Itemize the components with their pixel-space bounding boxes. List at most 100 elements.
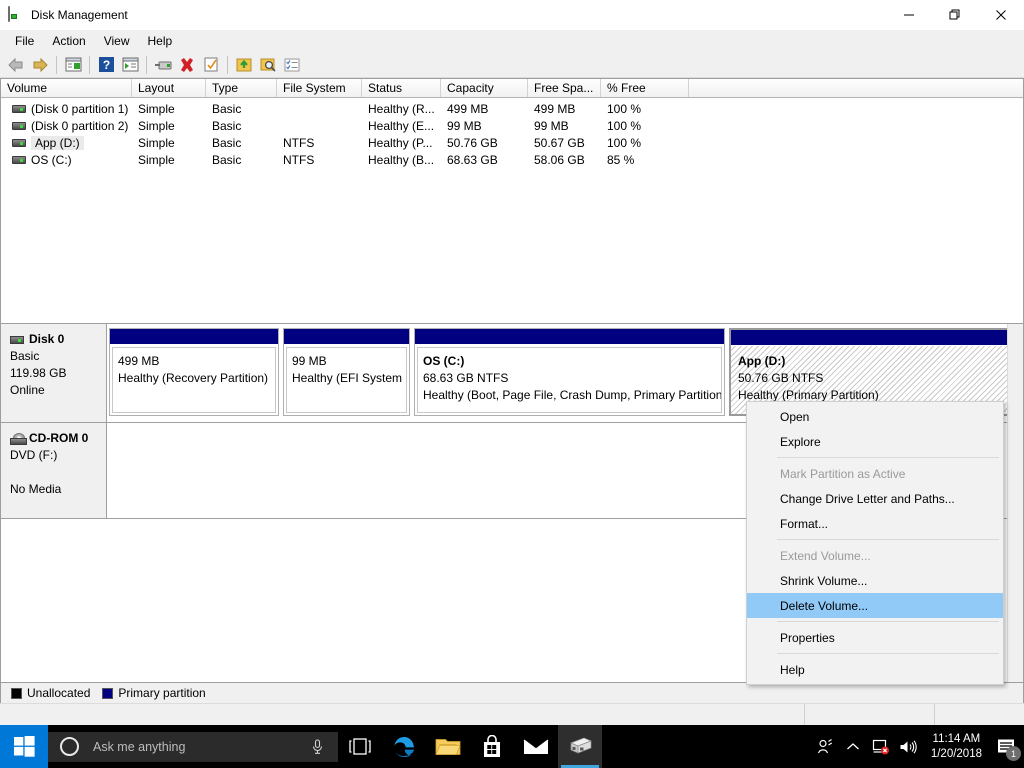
microphone-icon[interactable]	[311, 738, 324, 758]
delete-icon[interactable]	[175, 53, 199, 77]
window-controls	[886, 0, 1024, 30]
back-arrow-icon[interactable]	[4, 53, 28, 77]
show-hidden-icons-chevron[interactable]	[839, 725, 867, 768]
network-error-icon[interactable]	[867, 725, 895, 768]
column-header-filler	[689, 79, 1023, 97]
show-action-pane-icon[interactable]	[118, 53, 142, 77]
notification-badge: 1	[1006, 746, 1021, 761]
cell-free-space: 499 MB	[534, 101, 576, 116]
partition-efi[interactable]: 99 MB Healthy (EFI System P	[283, 328, 410, 416]
properties-icon[interactable]	[199, 53, 223, 77]
table-row[interactable]: (Disk 0 partition 2) Simple Basic Health…	[1, 117, 1023, 134]
partition-title: OS (C:)	[423, 354, 465, 368]
toolbar-separator	[227, 55, 228, 74]
context-menu-separator	[777, 539, 999, 540]
cell-file-system	[277, 117, 362, 134]
toolbar-separator	[89, 55, 90, 74]
restore-button[interactable]	[932, 0, 978, 30]
detail-view-icon[interactable]	[280, 53, 304, 77]
context-menu-item-explore[interactable]: Explore	[747, 429, 1003, 454]
menu-action[interactable]: Action	[43, 32, 94, 50]
cdrom-status: No Media	[10, 482, 62, 496]
menu-file[interactable]: File	[6, 32, 43, 50]
store-icon[interactable]	[470, 725, 514, 768]
partition-recovery[interactable]: 499 MB Healthy (Recovery Partition)	[109, 328, 279, 416]
disk-management-icon[interactable]	[558, 725, 602, 768]
menu-view[interactable]: View	[95, 32, 139, 50]
system-tray: 11:14 AM 1/20/2018 1	[811, 725, 1024, 768]
file-explorer-icon[interactable]	[426, 725, 470, 768]
task-view-icon[interactable]	[338, 725, 382, 768]
legend-item-primary-partition: Primary partition	[102, 686, 206, 700]
context-menu-item-open[interactable]: Open	[747, 404, 1003, 429]
notification-center-button[interactable]: 1	[990, 725, 1024, 768]
column-header-type[interactable]: Type	[206, 79, 277, 97]
partition-color-bar	[110, 329, 278, 345]
partition-size: 50.76 GB NTFS	[738, 371, 824, 385]
status-pane-2	[805, 704, 935, 725]
context-menu-item-shrink-volume[interactable]: Shrink Volume...	[747, 568, 1003, 593]
export-list-icon[interactable]	[232, 53, 256, 77]
disk-icon	[10, 335, 24, 344]
column-header-percent-free[interactable]: % Free	[601, 79, 689, 97]
people-icon[interactable]	[811, 725, 839, 768]
legend-label-primary: Primary partition	[118, 686, 206, 700]
cell-volume: OS (C:)	[31, 152, 72, 167]
clock[interactable]: 11:14 AM 1/20/2018	[923, 732, 990, 762]
legend-item-unallocated: Unallocated	[11, 686, 90, 700]
menu-help[interactable]: Help	[139, 32, 182, 50]
disk-info-disk0[interactable]: Disk 0 Basic 119.98 GB Online	[1, 324, 107, 422]
disk-icon	[8, 6, 24, 23]
column-header-layout[interactable]: Layout	[132, 79, 206, 97]
help-icon[interactable]: ?	[94, 53, 118, 77]
search-input[interactable]: Ask me anything	[48, 731, 338, 762]
volume-icon	[12, 155, 26, 164]
context-menu-separator	[777, 653, 999, 654]
cell-status: Healthy (P...	[368, 135, 433, 150]
start-button[interactable]	[0, 725, 48, 768]
search-icon[interactable]	[256, 53, 280, 77]
cell-capacity: 50.76 GB	[447, 135, 498, 150]
context-menu-item-change-drive-letter-and-paths[interactable]: Change Drive Letter and Paths...	[747, 486, 1003, 511]
mail-icon[interactable]	[514, 725, 558, 768]
close-button[interactable]	[978, 0, 1024, 30]
taskbar: Ask me anything 11:14 AM 1/20/2018 1	[0, 725, 1024, 768]
column-header-status[interactable]: Status	[362, 79, 441, 97]
column-header-volume[interactable]: Volume	[1, 79, 132, 97]
minimize-button[interactable]	[886, 0, 932, 30]
volume-icon	[12, 121, 26, 130]
volume-list-header: Volume Layout Type File System Status Ca…	[1, 79, 1023, 98]
disk-info-cdrom0[interactable]: CD-ROM 0 DVD (F:) No Media	[1, 423, 107, 518]
partition-size: 499 MB	[118, 354, 160, 368]
column-header-capacity[interactable]: Capacity	[441, 79, 528, 97]
context-menu-item-delete-volume[interactable]: Delete Volume...	[747, 593, 1003, 618]
column-header-free-space[interactable]: Free Spa...	[528, 79, 601, 97]
context-menu-item-format[interactable]: Format...	[747, 511, 1003, 536]
cell-free-space: 58.06 GB	[534, 152, 585, 167]
volume-list-rows: (Disk 0 partition 1) Simple Basic Health…	[1, 98, 1023, 168]
volume-icon[interactable]	[895, 725, 923, 768]
cell-layout: Simple	[138, 152, 175, 167]
column-header-file-system[interactable]: File System	[277, 79, 362, 97]
edge-icon[interactable]	[382, 725, 426, 768]
partition-os-c[interactable]: OS (C:) 68.63 GB NTFS Healthy (Boot, Pag…	[414, 328, 725, 416]
legend-swatch-unallocated	[11, 687, 22, 699]
table-row[interactable]: OS (C:) Simple Basic NTFS Healthy (B... …	[1, 151, 1023, 168]
cell-volume: App (D:)	[31, 135, 84, 150]
graph-vertical-scrollbar[interactable]	[1007, 324, 1023, 682]
cell-type: Basic	[212, 118, 242, 133]
volume-list-pane: Volume Layout Type File System Status Ca…	[0, 78, 1024, 324]
legend-label-unallocated: Unallocated	[27, 686, 91, 700]
clock-date: 1/20/2018	[930, 747, 982, 760]
show-hide-console-tree-icon[interactable]	[61, 53, 85, 77]
partition-status: Healthy (Recovery Partition)	[118, 371, 269, 385]
partition-title: App (D:)	[738, 354, 786, 368]
volume-icon	[12, 138, 26, 147]
forward-arrow-icon[interactable]	[28, 53, 52, 77]
context-menu-item-help[interactable]: Help	[747, 657, 1003, 682]
rescan-disks-icon[interactable]	[151, 53, 175, 77]
table-row[interactable]: (Disk 0 partition 1) Simple Basic Health…	[1, 100, 1023, 117]
cell-percent-free: 100 %	[607, 118, 642, 133]
table-row-selected[interactable]: App (D:) Simple Basic NTFS Healthy (P...…	[1, 134, 1023, 151]
context-menu-item-properties[interactable]: Properties	[747, 625, 1003, 650]
